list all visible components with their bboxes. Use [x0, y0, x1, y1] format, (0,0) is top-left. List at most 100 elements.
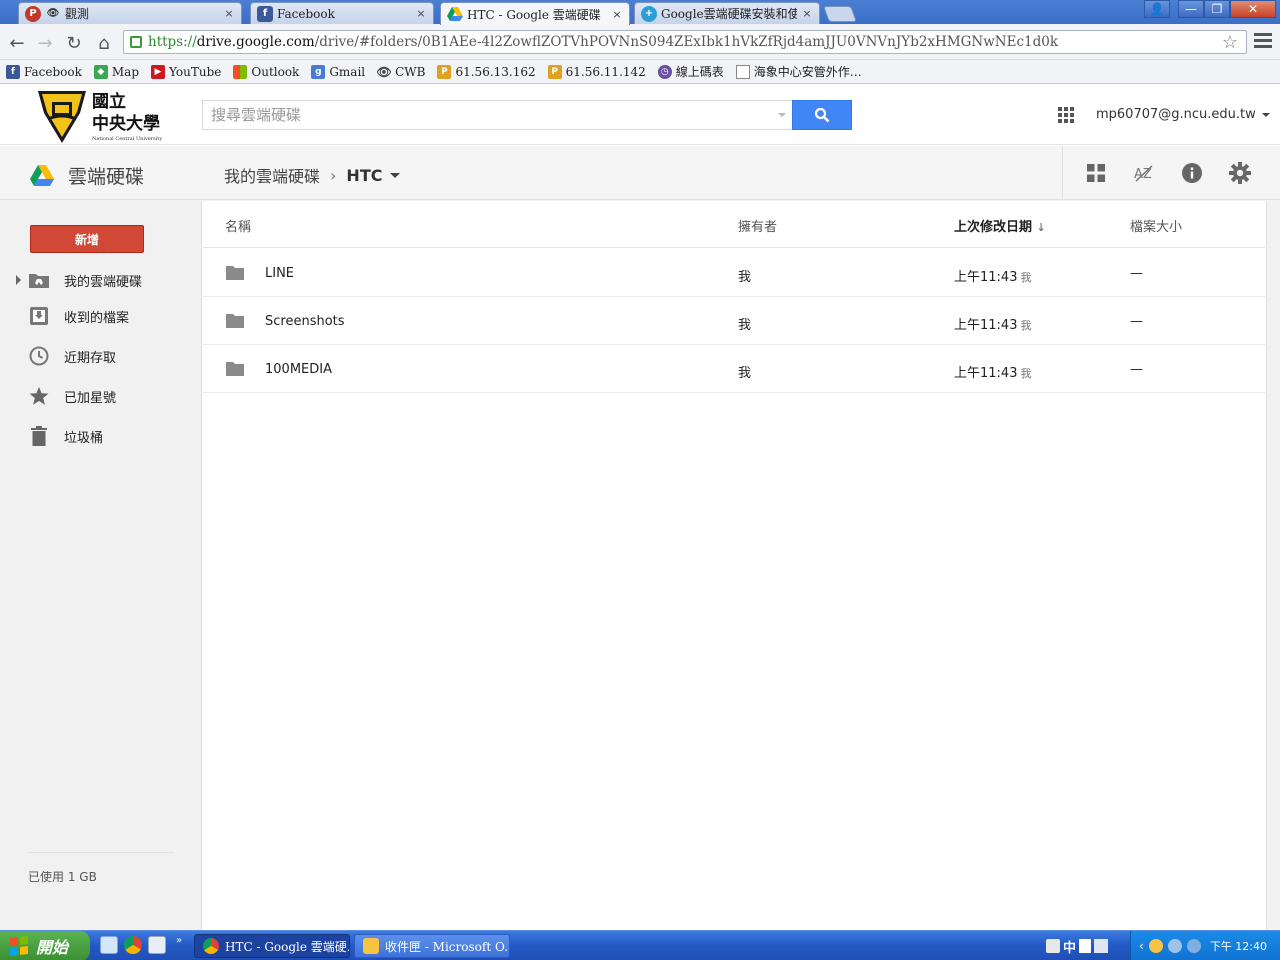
back-button[interactable]: ← — [6, 32, 28, 54]
info-icon[interactable] — [1180, 161, 1204, 185]
file-size: — — [1130, 266, 1143, 281]
bookmark-ip-1[interactable]: P 61.56.13.162 — [437, 64, 536, 79]
user-icon[interactable]: 👤 — [1144, 0, 1170, 18]
nav-label: 垃圾桶 — [64, 430, 104, 446]
tab-title: Google雲端硬碟安裝和使用 — [661, 7, 797, 21]
close-icon[interactable]: × — [611, 8, 623, 21]
bookmark-youtube[interactable]: ▶ YouTube — [151, 64, 221, 79]
tray-expand-icon[interactable]: ‹ — [1139, 939, 1144, 953]
reload-button[interactable]: ↻ — [63, 32, 85, 54]
tab-drive-help[interactable]: + Google雲端硬碟安裝和使用 × — [634, 2, 820, 24]
university-logo[interactable]: 國立 中央大學 National Central University — [36, 89, 166, 143]
bookmark-ip-2[interactable]: P 61.56.11.142 — [547, 64, 646, 79]
outlook-tray-icon[interactable] — [1148, 939, 1163, 953]
facebook-icon: f — [6, 64, 20, 79]
nav-starred[interactable]: 已加星號 — [0, 381, 202, 411]
search-box[interactable] — [202, 100, 792, 130]
new-button[interactable]: 新增 — [30, 225, 144, 253]
chrome-icon[interactable] — [124, 936, 142, 954]
nav-incoming[interactable]: 收到的檔案 — [0, 301, 202, 331]
storage-usage[interactable]: 已使用 1 GB — [28, 868, 97, 885]
tab-htc-drive[interactable]: HTC - Google 雲端硬碟 × — [440, 2, 630, 25]
notepad-icon[interactable] — [148, 936, 166, 954]
close-icon[interactable]: × — [415, 7, 427, 20]
my-drive-icon — [28, 269, 50, 291]
nav-recent[interactable]: 近期存取 — [0, 341, 202, 371]
clock[interactable]: 下午 12:40 — [1210, 938, 1267, 954]
table-row[interactable]: 100MEDIA 我 上午11:43 我 — — [203, 345, 1265, 393]
maximize-button[interactable]: ❐ — [1204, 0, 1230, 18]
quick-launch — [100, 936, 166, 954]
task-label: HTC - Google 雲端硬... — [225, 939, 350, 954]
search-options-icon[interactable] — [778, 113, 786, 117]
scrollbar[interactable] — [1266, 201, 1280, 930]
browser-menu-icon[interactable] — [1254, 33, 1272, 51]
bookmark-gmail[interactable]: g Gmail — [311, 64, 365, 79]
volume-icon[interactable] — [1186, 939, 1201, 953]
new-tab-button[interactable] — [823, 6, 857, 22]
search-input[interactable] — [211, 106, 771, 124]
file-modified: 上午11:43 我 — [954, 362, 1031, 381]
url-path: /drive/#folders/0B1AEe-4l2ZowflZOTVhPOVN… — [314, 34, 1059, 50]
start-button[interactable]: 開始 — [0, 931, 90, 960]
minimize-button[interactable]: — — [1178, 0, 1204, 18]
caret-down-icon[interactable] — [390, 172, 401, 178]
nav-label: 收到的檔案 — [64, 310, 130, 326]
expand-arrow-icon[interactable] — [16, 275, 21, 285]
window-controls: 👤 — ❐ ✕ — [1144, 0, 1276, 18]
bookmark-label: 海象中心安管外作… — [753, 65, 862, 79]
tab-facebook[interactable]: f Facebook × — [250, 2, 434, 24]
account-menu[interactable]: mp60707@g.ncu.edu.tw — [1096, 107, 1270, 122]
close-window-button[interactable]: ✕ — [1230, 0, 1276, 18]
address-bar[interactable]: https://drive.google.com/drive/#folders/… — [123, 30, 1247, 54]
chevron-right-icon: › — [330, 165, 337, 185]
gear-icon[interactable] — [1228, 161, 1252, 185]
apps-grid-icon[interactable] — [1058, 107, 1074, 123]
column-modified[interactable]: 上次修改日期 ↓ — [954, 216, 1046, 235]
forward-button[interactable]: → — [34, 32, 56, 54]
drive-header: 國立 中央大學 National Central University mp60… — [0, 85, 1280, 145]
sort-az-icon[interactable]: AZ — [1132, 161, 1156, 185]
bookmark-map[interactable]: ◆ Map — [93, 64, 139, 79]
column-name[interactable]: 名稱 — [225, 216, 251, 235]
bookmark-star-icon[interactable]: ☆ — [1222, 32, 1238, 53]
folder-icon — [226, 314, 244, 328]
ime-mode[interactable]: 中 — [1063, 937, 1076, 956]
close-icon[interactable]: × — [801, 7, 813, 20]
table-row[interactable]: LINE 我 上午11:43 我 — — [203, 249, 1265, 297]
table-row[interactable]: Screenshots 我 上午11:43 我 — — [203, 297, 1265, 345]
drive-subheader: 雲端硬碟 我的雲端硬碟 › HTC AZ — [0, 146, 1280, 200]
column-owner[interactable]: 擁有者 — [738, 216, 777, 235]
column-size[interactable]: 檔案大小 — [1130, 216, 1182, 235]
chevron-more-icon[interactable]: » — [176, 935, 182, 946]
breadcrumb: 我的雲端硬碟 › HTC — [224, 163, 401, 187]
ime-tool-icon[interactable] — [1046, 939, 1060, 953]
svg-text:National Central University: National Central University — [92, 136, 162, 142]
ime-width-icon[interactable] — [1079, 939, 1092, 953]
drive-brand[interactable]: 雲端硬碟 — [30, 162, 144, 189]
gmail-icon: g — [311, 64, 326, 79]
nav-trash[interactable]: 垃圾桶 — [0, 421, 202, 451]
network-icon[interactable] — [1167, 939, 1182, 953]
file-modified-by: 我 — [1020, 319, 1032, 332]
bookmark-outlook[interactable]: Outlook — [233, 64, 299, 79]
bookmark-facebook[interactable]: f Facebook — [6, 64, 82, 79]
pma-icon: P — [437, 64, 452, 79]
task-chrome-drive[interactable]: HTC - Google 雲端硬... — [194, 934, 350, 958]
tab-observation[interactable]: P 👁 觀測 × — [18, 2, 242, 24]
bookmark-stopwatch[interactable]: ◷ 線上碼表 — [657, 63, 724, 80]
bookmark-ocean-center[interactable]: 海象中心安管外作… — [735, 63, 862, 80]
search-button[interactable] — [792, 100, 852, 130]
breadcrumb-current[interactable]: HTC — [346, 166, 382, 185]
close-icon[interactable]: × — [223, 7, 235, 20]
task-outlook[interactable]: 收件匣 - Microsoft O... — [354, 934, 510, 958]
ime-keyboard-icon[interactable] — [1094, 939, 1109, 953]
nav-my-drive[interactable]: 我的雲端硬碟 — [0, 265, 202, 295]
map-icon: ◆ — [93, 64, 108, 79]
bookmark-label: 61.56.13.162 — [455, 64, 536, 79]
ie-icon[interactable] — [100, 936, 118, 954]
breadcrumb-root[interactable]: 我的雲端硬碟 — [224, 163, 320, 187]
grid-view-icon[interactable] — [1084, 161, 1108, 185]
home-button[interactable]: ⌂ — [93, 32, 115, 54]
bookmark-cwb[interactable]: 👁 CWB — [377, 65, 426, 79]
